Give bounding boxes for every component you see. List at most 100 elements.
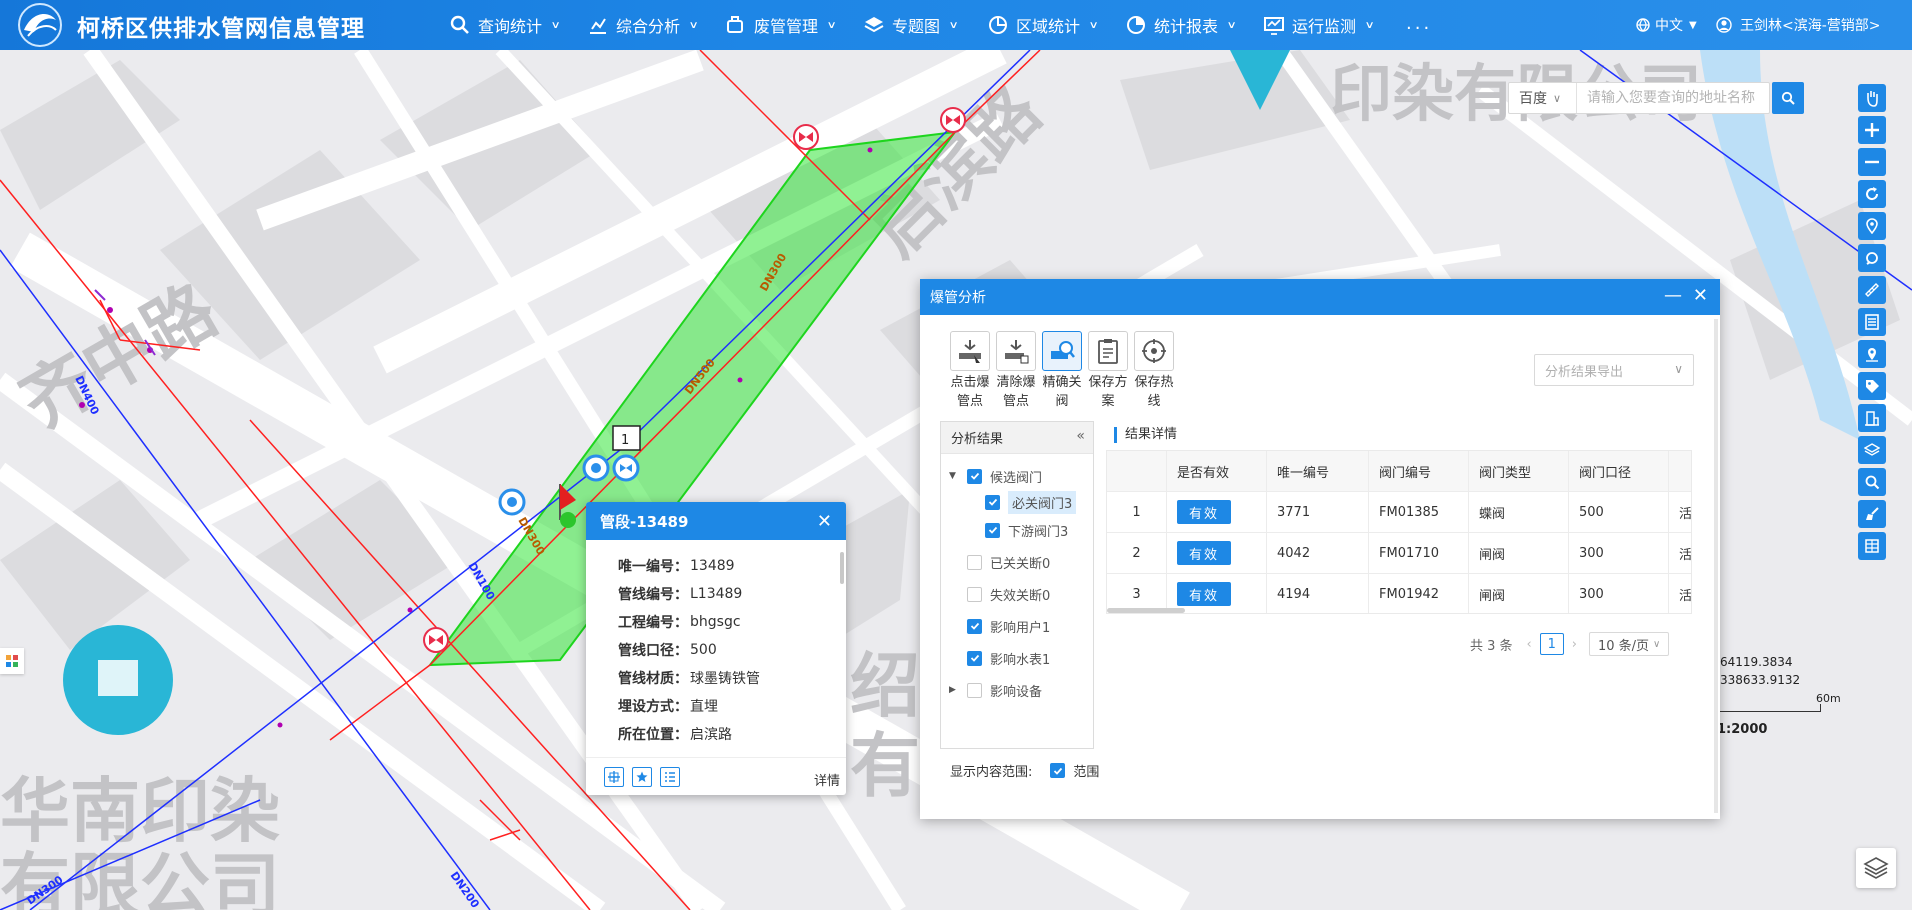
rotate-button[interactable] <box>1858 244 1886 272</box>
tree-item-affected-devices[interactable]: ▶ 影响设备 <box>949 678 1042 702</box>
total-count: 共 3 条 <box>1470 638 1513 654</box>
ruler-icon <box>1865 283 1879 297</box>
tree-item-label: 影响用户1 <box>990 620 1051 636</box>
checkbox-unchecked[interactable] <box>967 682 982 698</box>
nav-label: 区域统计 <box>1016 17 1081 36</box>
building-button[interactable] <box>1858 404 1886 432</box>
checkbox-checked[interactable] <box>985 494 1000 510</box>
checkbox-checked[interactable] <box>967 618 982 634</box>
minimize-icon[interactable]: — <box>1664 285 1682 306</box>
export-results-select[interactable]: 分析结果导出 ∨ <box>1534 354 1694 386</box>
search-engine-label: 百度 <box>1519 91 1547 107</box>
table-row[interactable]: 2 有效 4042 FM01710 闸阀 300 活 <box>1107 532 1692 574</box>
nav-report[interactable]: 统计报表 ∨ <box>1126 0 1237 50</box>
user-menu[interactable]: 王剑林<滨海-营销部> <box>1716 0 1881 50</box>
pan-tool-button[interactable] <box>1858 84 1886 112</box>
tree-item-candidate-valves[interactable]: ▼ 候选阀门 <box>949 464 1042 488</box>
zoom-in-button[interactable] <box>1858 116 1886 144</box>
app-grid-button[interactable] <box>0 648 24 674</box>
list-button[interactable] <box>1858 308 1886 336</box>
attribute-list-button[interactable] <box>660 766 680 787</box>
result-table: 是否有效 唯一编号 阀门编号 阀门类型 阀门口径 活 1 有效 3771 FM0… <box>1106 450 1692 614</box>
nav-pipe-manage[interactable]: 废管管理 ∨ <box>726 0 837 50</box>
tree-item-label: 必关阀门3 <box>1008 490 1077 514</box>
nav-monitor[interactable]: 运行监测 ∨ <box>1264 0 1375 50</box>
pipe-info-popup: 管段-13489 ✕ 唯一编号： 13489 管线编号： L13489 工程编号： b… <box>586 502 846 795</box>
refresh-button[interactable] <box>1858 180 1886 208</box>
attr-label: 所在位置： <box>618 727 688 743</box>
search-input[interactable] <box>1577 84 1767 112</box>
valve-size-cell: 500 <box>1569 491 1669 533</box>
valid-tag[interactable]: 有效 <box>1177 541 1232 565</box>
scale-bar <box>1719 704 1821 712</box>
valve-size-cell: 300 <box>1569 532 1669 574</box>
chevron-down-icon: ∨ <box>1553 91 1562 105</box>
attr-value: 13489 <box>690 558 735 574</box>
checkbox-unchecked[interactable] <box>967 554 982 570</box>
tree-item-must-close-valves[interactable]: 必关阀门3 <box>985 490 1077 514</box>
close-icon[interactable]: ✕ <box>1693 285 1708 306</box>
measure-button[interactable] <box>1858 276 1886 304</box>
horizontal-scrollbar[interactable] <box>1107 608 1185 613</box>
page-size-select[interactable]: 10 条/页 ∨ <box>1588 632 1669 656</box>
zoom-out-button[interactable] <box>1858 148 1886 176</box>
save-hotline-button[interactable]: 保存热线 <box>1132 331 1176 411</box>
attr-label: 工程编号： <box>618 615 688 631</box>
locate-pipe-button[interactable] <box>604 766 624 787</box>
language-switch[interactable]: 中文 ▼ <box>1636 0 1697 50</box>
click-burst-point-button[interactable]: 点击爆管点 <box>948 331 992 411</box>
location-pin-icon <box>1866 218 1878 234</box>
prev-page-icon[interactable]: ‹ <box>1527 637 1532 652</box>
globe-icon <box>1636 18 1650 32</box>
valid-tag[interactable]: 有效 <box>1177 500 1232 524</box>
checkbox-checked[interactable] <box>985 522 1000 538</box>
extra-cell: 活 <box>1679 547 1692 563</box>
search-button[interactable] <box>1772 82 1804 114</box>
expand-arrow-icon[interactable]: ▼ <box>949 471 961 481</box>
map-search-button[interactable] <box>1858 468 1886 496</box>
scrollbar[interactable] <box>1714 319 1718 813</box>
table-row[interactable]: 1 有效 3771 FM01385 蝶阀 500 活 <box>1107 491 1691 533</box>
next-page-icon[interactable]: › <box>1572 637 1577 652</box>
search-engine-select[interactable]: 百度 ∨ <box>1509 83 1577 113</box>
current-page[interactable]: 1 <box>1539 633 1564 655</box>
pipe-attribute-list: 唯一编号： 13489 管线编号： L13489 工程编号： bhgsgc 管线口径：… <box>586 552 836 748</box>
expand-arrow-icon[interactable]: ▶ <box>949 685 961 695</box>
pipe-detail-link[interactable]: 详情 <box>814 770 840 789</box>
report-button[interactable] <box>1858 532 1886 560</box>
user-name: 王剑林<滨海-营销部> <box>1740 18 1881 34</box>
tree-item-affected-meters[interactable]: 影响水表1 <box>967 646 1050 670</box>
range-checkbox[interactable] <box>1050 763 1066 778</box>
tree-item-affected-users[interactable]: 影响用户1 <box>967 614 1050 638</box>
tree-item-closed-shutoffs[interactable]: 已关关断0 <box>967 550 1050 574</box>
nav-thematic-map[interactable]: 专题图 ∨ <box>864 0 959 50</box>
close-icon[interactable]: ✕ <box>817 511 832 532</box>
basemap-switch-button[interactable] <box>1856 848 1896 888</box>
tree-item-downstream-valves[interactable]: 下游阀门3 <box>985 518 1068 542</box>
nav-more-button[interactable]: ... <box>1406 13 1432 34</box>
valid-tag[interactable]: 有效 <box>1177 582 1232 606</box>
clear-burst-point-button[interactable]: 清除爆管点 <box>994 331 1038 411</box>
tag-button[interactable] <box>1858 372 1886 400</box>
chevron-down-icon: ∨ <box>1674 362 1683 376</box>
attr-value: 球墨铸铁管 <box>690 671 760 687</box>
marker-button[interactable] <box>1858 340 1886 368</box>
checkbox-checked[interactable] <box>967 650 982 666</box>
tree-item-failed-shutoffs[interactable]: 失效关断0 <box>967 582 1050 606</box>
nav-region-stats[interactable]: 区域统计 ∨ <box>988 0 1099 50</box>
collapse-left-icon[interactable]: « <box>1076 428 1085 444</box>
layer-stack-button[interactable] <box>1858 436 1886 464</box>
precise-valve-close-button[interactable]: 精确关阀 <box>1040 331 1084 411</box>
chevron-down-icon: ∨ <box>1088 19 1099 31</box>
favorite-button[interactable] <box>632 766 652 787</box>
save-plan-button[interactable]: 保存方案 <box>1086 331 1130 411</box>
nav-analysis[interactable]: 综合分析 ∨ <box>588 0 699 50</box>
table-row[interactable]: 3 有效 4194 FM01942 闸阀 300 活 <box>1107 573 1691 613</box>
scrollbar[interactable] <box>840 552 844 584</box>
table-header-row: 是否有效 唯一编号 阀门编号 阀门类型 阀门口径 活 <box>1107 451 1691 492</box>
clear-button[interactable] <box>1858 500 1886 528</box>
checkbox-unchecked[interactable] <box>967 586 982 602</box>
locate-button[interactable] <box>1858 212 1886 240</box>
nav-query-stats[interactable]: 查询统计 ∨ <box>450 0 561 50</box>
checkbox-checked[interactable] <box>967 468 982 484</box>
